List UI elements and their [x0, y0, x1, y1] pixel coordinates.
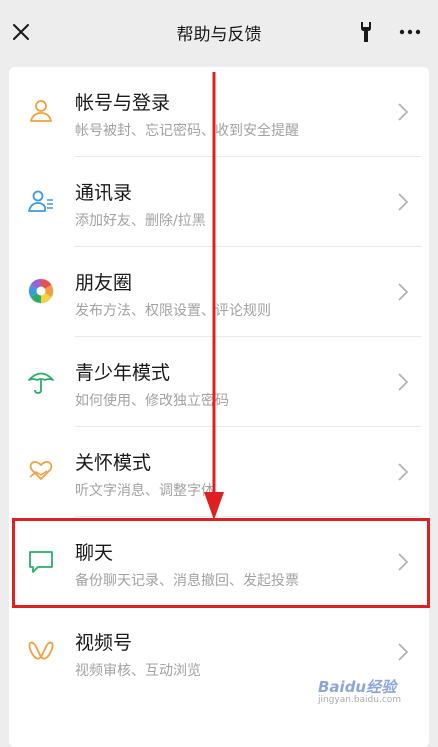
more-icon[interactable] — [398, 20, 422, 44]
topic-description: 如何使用、修改独立密码 — [75, 393, 229, 409]
umbrella-icon — [28, 372, 54, 394]
top-bar: 帮助与反馈 — [0, 0, 438, 64]
watermark: Baidu经验 jingyan.baidu.com — [318, 676, 428, 716]
topic-item-account[interactable]: 帐号与登录 帐号被封、忘记密码、收到安全提醒 — [9, 67, 429, 157]
topic-label: 朋友圈 — [75, 272, 133, 294]
watermark-text: Baidu经验 — [318, 678, 397, 696]
watermark-subtext: jingyan.baidu.com — [318, 695, 402, 705]
contacts-icon — [28, 190, 53, 212]
wrench-icon[interactable] — [355, 20, 377, 44]
topic-label: 帐号与登录 — [75, 92, 171, 114]
channels-icon — [28, 641, 54, 660]
topic-label: 青少年模式 — [75, 362, 171, 384]
annotation-highlight-box — [12, 518, 430, 608]
heart-hand-icon — [29, 460, 53, 480]
topic-description: 听文字消息、调整字体 — [75, 483, 215, 499]
topic-item-contacts[interactable]: 通讯录 添加好友、删除/拉黑 — [9, 157, 429, 247]
moments-icon — [28, 278, 54, 304]
topic-item-care-mode[interactable]: 关怀模式 听文字消息、调整字体 — [9, 427, 429, 517]
topic-description: 视频审核、互动浏览 — [75, 663, 201, 679]
chevron-right-icon — [398, 193, 409, 211]
topic-label: 通讯录 — [75, 182, 133, 204]
chevron-right-icon — [398, 643, 409, 661]
topic-label: 视频号 — [75, 632, 133, 654]
chevron-right-icon — [398, 463, 409, 481]
topic-description: 发布方法、权限设置、评论规则 — [75, 303, 271, 319]
topic-description: 添加好友、删除/拉黑 — [75, 213, 206, 229]
topic-label: 关怀模式 — [75, 452, 152, 474]
topic-item-teen-mode[interactable]: 青少年模式 如何使用、修改独立密码 — [9, 337, 429, 427]
chevron-right-icon — [398, 373, 409, 391]
person-icon — [30, 100, 52, 122]
help-topic-list: 帐号与登录 帐号被封、忘记密码、收到安全提醒 通讯录 添加好友、删除/拉黑 朋友… — [9, 67, 429, 747]
topic-item-moments[interactable]: 朋友圈 发布方法、权限设置、评论规则 — [9, 247, 429, 337]
topic-description: 帐号被封、忘记密码、收到安全提醒 — [75, 123, 299, 139]
chevron-right-icon — [398, 283, 409, 301]
chevron-right-icon — [398, 103, 409, 121]
